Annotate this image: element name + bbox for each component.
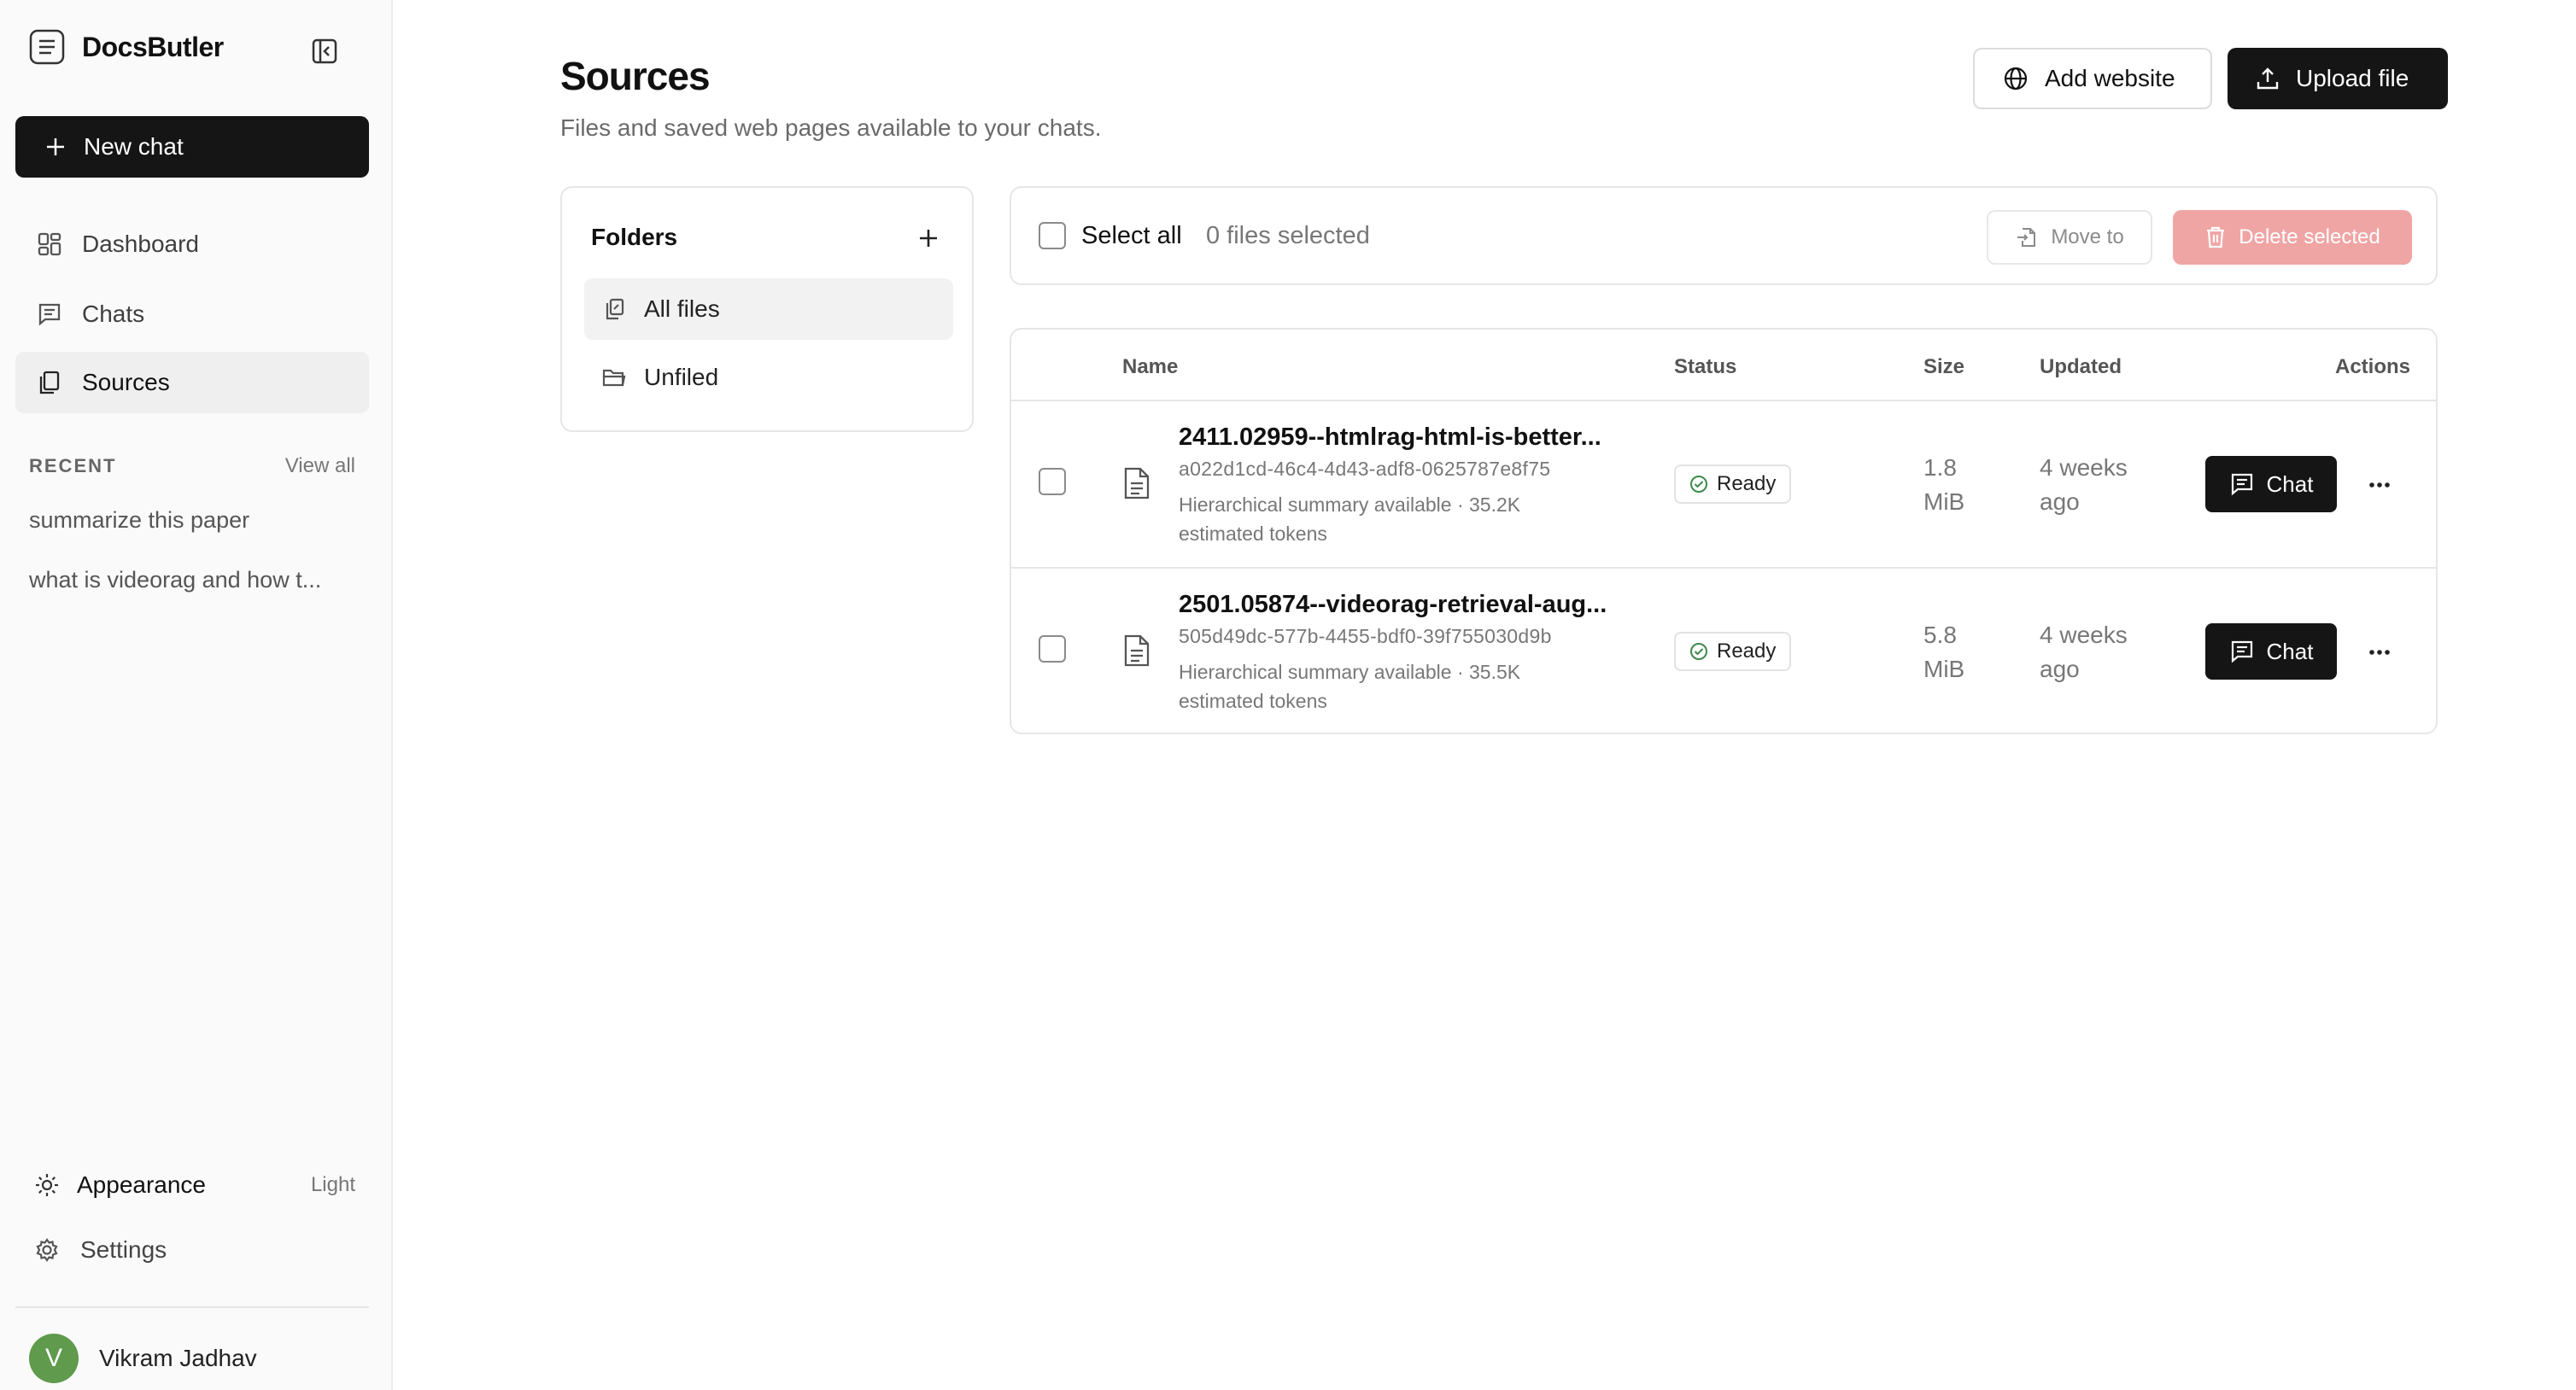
folder-open-icon (601, 365, 627, 390)
chat-button[interactable]: Chat (2205, 456, 2337, 512)
files-table: Name Status Size Updated Actions 2411.02… (1010, 328, 2438, 734)
selection-toolbar: Select all 0 files selected Move to Dele… (1010, 186, 2438, 285)
appearance-toggle[interactable]: Appearance Light (34, 1168, 355, 1202)
check-circle-icon (1689, 642, 1708, 661)
chat-button-label: Chat (2266, 470, 2314, 497)
file-size: 5.8 MiB (1923, 622, 1965, 682)
gear-icon (34, 1237, 60, 1263)
file-size: 1.8 MiB (1923, 454, 1965, 515)
file-meta: Hierarchical summary available · 35.2K e… (1179, 494, 1521, 545)
appearance-value: Light (310, 1173, 355, 1196)
status-badge: Ready (1674, 632, 1792, 671)
move-to-button[interactable]: Move to (1987, 210, 2152, 265)
chat-icon (2229, 639, 2255, 664)
collapse-sidebar-icon[interactable] (311, 38, 338, 65)
file-name[interactable]: 2501.05874--videorag-retrieval-aug... (1179, 591, 1623, 619)
page-title: Sources (560, 54, 711, 98)
trash-icon (2204, 225, 2227, 249)
files-icon (601, 296, 627, 322)
status-badge: Ready (1674, 464, 1792, 504)
globe-icon (2002, 65, 2029, 92)
appearance-label: Appearance (77, 1171, 207, 1198)
sidebar-item-chats[interactable]: Chats (15, 283, 369, 345)
settings-button[interactable]: Settings (34, 1236, 167, 1264)
sidebar-divider (15, 1306, 369, 1308)
status-label: Ready (1717, 472, 1777, 495)
sidebar: DocsButler New chat Dashboard Chats Sour… (0, 0, 393, 1390)
file-updated: 4 weeks ago (2040, 454, 2128, 515)
file-icon (1122, 634, 1151, 668)
plus-icon (44, 136, 67, 158)
view-all-link[interactable]: View all (285, 454, 355, 478)
add-website-label: Add website (2045, 65, 2175, 91)
recent-label: RECENT (29, 455, 117, 476)
folder-label: Unfiled (644, 364, 719, 390)
file-name[interactable]: 2411.02959--htmlrag-html-is-better... (1179, 423, 1623, 452)
folder-unfiled[interactable]: Unfiled (584, 347, 953, 408)
column-header-actions: Actions (2334, 355, 2410, 378)
sources-icon (36, 369, 63, 396)
delete-selected-label: Delete selected (2239, 225, 2380, 248)
status-label: Ready (1717, 640, 1777, 663)
sun-icon (34, 1172, 60, 1198)
chat-button-label: Chat (2266, 638, 2314, 664)
delete-selected-button[interactable]: Delete selected (2173, 210, 2412, 265)
folder-all-files[interactable]: All files (584, 278, 953, 340)
more-options-icon[interactable] (2362, 468, 2397, 502)
move-file-icon (2015, 225, 2039, 249)
chat-icon (2229, 471, 2255, 497)
recent-chat-item[interactable]: what is videorag and how t... (29, 567, 354, 593)
upload-icon (2255, 66, 2280, 91)
brand[interactable]: DocsButler (29, 29, 224, 65)
sidebar-item-label: Sources (82, 369, 170, 395)
upload-file-label: Upload file (2296, 65, 2409, 91)
table-row: 2501.05874--videorag-retrieval-aug... 50… (1011, 569, 2436, 733)
recent-chat-item[interactable]: summarize this paper (29, 507, 354, 534)
sidebar-item-label: Chats (82, 301, 145, 327)
row-checkbox[interactable] (1039, 468, 1066, 495)
file-icon (1122, 466, 1151, 500)
row-checkbox[interactable] (1039, 635, 1066, 663)
add-folder-icon[interactable] (916, 225, 941, 251)
folders-panel: Folders All files Unfiled (560, 186, 974, 432)
page-subtitle: Files and saved web pages available to y… (560, 114, 1102, 141)
brand-title: DocsButler (82, 31, 224, 62)
settings-label: Settings (80, 1236, 167, 1263)
select-all-label[interactable]: Select all (1081, 222, 1182, 250)
folder-label: All files (644, 295, 720, 322)
move-to-label: Move to (2051, 225, 2124, 248)
dashboard-icon (36, 231, 63, 258)
file-meta: Hierarchical summary available · 35.5K e… (1179, 661, 1521, 712)
new-chat-label: New chat (84, 133, 184, 160)
chat-button[interactable]: Chat (2205, 623, 2337, 680)
user-name: Vikram Jadhav (99, 1345, 257, 1371)
recent-header: RECENT View all (29, 454, 355, 478)
file-updated: 4 weeks ago (2040, 622, 2128, 682)
column-header-status: Status (1674, 355, 1737, 378)
upload-file-button[interactable]: Upload file (2228, 48, 2448, 109)
check-circle-icon (1689, 475, 1708, 494)
chat-icon (36, 301, 63, 328)
table-row: 2411.02959--htmlrag-html-is-better... a0… (1011, 401, 2436, 569)
folders-title: Folders (591, 224, 678, 250)
sidebar-item-dashboard[interactable]: Dashboard (15, 213, 369, 275)
user-profile[interactable]: V Vikram Jadhav (29, 1334, 257, 1383)
column-header-size: Size (1923, 355, 1965, 378)
document-logo-icon (29, 29, 65, 65)
select-all-checkbox[interactable] (1039, 222, 1066, 249)
avatar: V (29, 1334, 79, 1383)
file-id: 505d49dc-577b-4455-bdf0-39f755030d9b (1179, 625, 1552, 647)
selected-count: 0 files selected (1206, 222, 1370, 249)
add-website-button[interactable]: Add website (1973, 48, 2212, 109)
sidebar-item-label: Dashboard (82, 231, 199, 257)
column-header-name: Name (1122, 355, 1179, 378)
file-id: a022d1cd-46c4-4d43-adf8-0625787e8f75 (1179, 458, 1551, 480)
more-options-icon[interactable] (2362, 635, 2397, 669)
column-header-updated: Updated (2040, 355, 2122, 378)
new-chat-button[interactable]: New chat (15, 116, 369, 178)
sidebar-item-sources[interactable]: Sources (15, 352, 369, 413)
